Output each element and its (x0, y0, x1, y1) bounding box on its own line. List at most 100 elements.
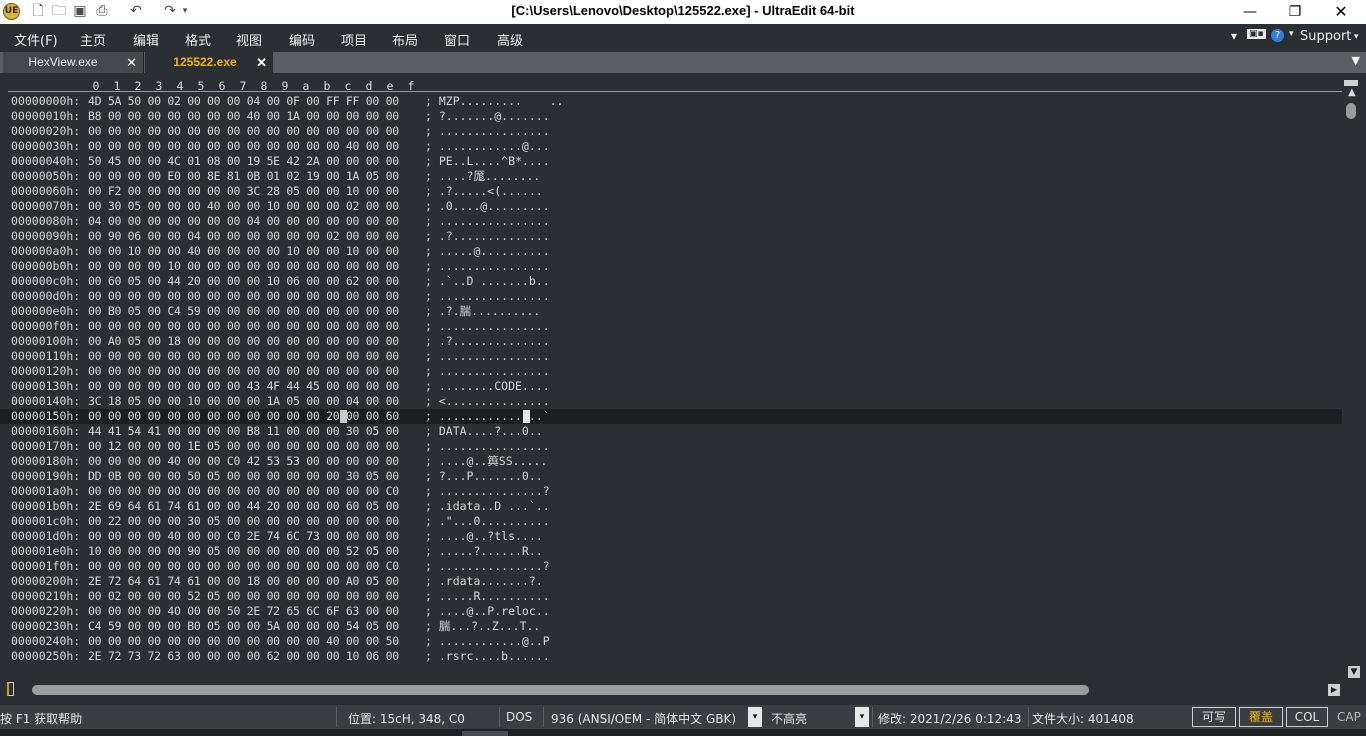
row-ascii[interactable]: ; .?.............. (425, 229, 550, 244)
row-hex-bytes[interactable]: 00 00 00 00 00 00 00 00 00 00 00 00 40 0… (88, 634, 399, 649)
row-hex-bytes[interactable]: 2E 69 64 61 74 61 00 00 44 20 00 00 00 6… (88, 499, 399, 514)
hex-row[interactable]: 000001f0h: 00 00 00 00 00 00 00 00 00 00 … (0, 559, 1342, 574)
tab-125522[interactable]: 125522.exe ✕ (145, 52, 273, 73)
row-ascii[interactable]: ; ................ (425, 364, 550, 379)
row-hex-bytes[interactable]: 50 45 00 00 4C 01 08 00 19 5E 42 2A 00 0… (88, 154, 399, 169)
row-hex-bytes[interactable]: 00 60 05 00 44 20 00 00 00 10 06 00 00 6… (88, 274, 399, 289)
row-ascii[interactable]: ; ....@..P.reloc.. (425, 604, 550, 619)
row-hex-bytes[interactable]: 00 00 00 00 00 00 00 00 00 00 00 00 00 0… (88, 349, 399, 364)
row-ascii[interactable]: ; .....R.......... (425, 589, 550, 604)
hex-row[interactable]: 000001b0h: 2E 69 64 61 74 61 00 00 44 20 … (0, 499, 1342, 514)
row-ascii[interactable]: ; ............@... (425, 139, 550, 154)
menu-advanced[interactable]: 高级 (497, 30, 523, 49)
hex-row[interactable]: 000000c0h: 00 60 05 00 44 20 00 00 00 10 … (0, 274, 1342, 289)
row-hex-bytes[interactable]: B8 00 00 00 00 00 00 00 40 00 1A 00 00 0… (88, 109, 399, 124)
support-dropdown-icon[interactable]: ▾ (1354, 32, 1359, 42)
row-hex-bytes[interactable]: 00 00 00 00 40 00 00 C0 42 53 53 00 00 0… (88, 454, 399, 469)
vertical-scrollbar[interactable]: ▲ ▼ (1342, 73, 1366, 678)
print-icon[interactable]: ⎙ (92, 2, 112, 20)
hex-row[interactable]: 00000090h: 00 90 06 00 00 04 00 00 00 00 … (0, 229, 1342, 244)
close-tab-icon[interactable]: ✕ (256, 52, 267, 73)
row-hex-bytes[interactable]: 00 12 00 00 00 1E 05 00 00 00 00 00 00 0… (88, 439, 399, 454)
row-ascii[interactable]: ; ................ (425, 214, 550, 229)
row-ascii[interactable]: ; .....@.......... (425, 244, 550, 259)
customize-icon[interactable]: ▾ (178, 2, 192, 20)
menu-encoding[interactable]: 编码 (289, 30, 315, 49)
row-ascii[interactable]: ; .rdata.......?. (425, 574, 543, 589)
row-ascii[interactable]: ; .?.腨.......... (425, 304, 540, 319)
row-hex-bytes[interactable]: 00 22 00 00 00 30 05 00 00 00 00 00 00 0… (88, 514, 399, 529)
hex-row[interactable]: 000001d0h: 00 00 00 00 40 00 00 C0 2E 74 … (0, 529, 1342, 544)
highlight-dropdown-icon[interactable]: ▾ (855, 707, 869, 727)
open-folder-icon[interactable]: 🗀 (49, 2, 69, 20)
row-hex-bytes[interactable]: DD 0B 00 00 00 50 05 00 00 00 00 00 00 3… (88, 469, 399, 484)
row-ascii[interactable]: ; .....?......R.. (425, 544, 543, 559)
row-ascii[interactable]: ; ...............? (425, 559, 550, 574)
row-hex-bytes[interactable]: 2E 72 64 61 74 61 00 00 18 00 00 00 00 A… (88, 574, 399, 589)
scroll-right-icon[interactable]: ▶ (1328, 684, 1340, 696)
hex-row[interactable]: 000001e0h: 10 00 00 00 00 90 05 00 00 00 … (0, 544, 1342, 559)
writable-toggle[interactable]: 可写 (1192, 707, 1236, 727)
redo-icon[interactable]: ↷ (160, 2, 180, 20)
row-ascii[interactable]: ; ................ (425, 259, 550, 274)
tab-list-dropdown-icon[interactable]: ▼ (1352, 54, 1360, 67)
status-highlight[interactable]: 不高亮 (771, 710, 807, 727)
help-icon[interactable]: ? (1271, 29, 1284, 42)
hex-row[interactable]: 000000a0h: 00 00 10 00 00 40 00 00 00 00 … (0, 244, 1342, 259)
row-hex-bytes[interactable]: 04 00 00 00 00 00 00 00 04 00 00 00 00 0… (88, 214, 399, 229)
hex-row[interactable]: 00000020h: 00 00 00 00 00 00 00 00 00 00 … (0, 124, 1342, 139)
menu-file[interactable]: 文件(F) (14, 30, 58, 49)
hex-row[interactable]: 00000040h: 50 45 00 00 4C 01 08 00 19 5E … (0, 154, 1342, 169)
hex-row[interactable]: 00000250h: 2E 72 73 72 63 00 00 00 00 62 … (0, 649, 1342, 664)
row-hex-bytes[interactable]: 00 00 00 00 00 00 00 00 00 00 00 00 00 0… (88, 559, 399, 574)
hex-row[interactable]: 00000180h: 00 00 00 00 40 00 00 C0 42 53 … (0, 454, 1342, 469)
row-ascii[interactable]: ; ................ (425, 349, 550, 364)
hex-row[interactable]: 00000070h: 00 30 05 00 00 00 40 00 00 10 … (0, 199, 1342, 214)
row-ascii[interactable]: ; MZP......... .. (425, 94, 563, 109)
tab-hexview[interactable]: HexView.exe ✕ (3, 52, 144, 73)
hex-row[interactable]: 00000120h: 00 00 00 00 00 00 00 00 00 00 … (0, 364, 1342, 379)
horizontal-scroll-thumb[interactable] (32, 685, 1089, 695)
hex-row[interactable]: 00000080h: 04 00 00 00 00 00 00 00 04 00 … (0, 214, 1342, 229)
minimize-icon[interactable]: — (1227, 0, 1273, 24)
restore-icon[interactable]: ❐ (1272, 0, 1318, 24)
hex-row[interactable]: 00000220h: 00 00 00 00 40 00 00 50 2E 72 … (0, 604, 1342, 619)
hex-row[interactable]: 00000160h: 44 41 54 41 00 00 00 00 B8 11 … (0, 424, 1342, 439)
status-line-ending[interactable]: DOS (506, 710, 532, 724)
row-hex-bytes[interactable]: 3C 18 05 00 00 10 00 00 00 1A 05 00 00 0… (88, 394, 399, 409)
row-hex-bytes[interactable]: 00 00 00 00 00 00 00 00 00 00 00 00 00 4… (88, 139, 399, 154)
row-hex-bytes[interactable]: 00 30 05 00 00 00 40 00 00 10 00 00 00 0… (88, 199, 399, 214)
row-ascii[interactable]: ; .idata..D ...`.. (425, 499, 550, 514)
hex-row[interactable]: 00000030h: 00 00 00 00 00 00 00 00 00 00 … (0, 139, 1342, 154)
row-hex-bytes[interactable]: 00 F2 00 00 00 00 00 00 3C 28 05 00 00 1… (88, 184, 399, 199)
hex-row[interactable]: 00000010h: B8 00 00 00 00 00 00 00 40 00 … (0, 109, 1342, 124)
menu-format[interactable]: 格式 (185, 30, 211, 49)
close-icon[interactable]: ✕ (1318, 0, 1364, 24)
row-ascii[interactable]: ; ........CODE.... (425, 379, 550, 394)
save-icon[interactable]: ▣ (70, 2, 90, 20)
row-hex-bytes[interactable]: 00 00 00 00 E0 00 8E 81 0B 01 02 19 00 1… (88, 169, 399, 184)
row-hex-bytes[interactable]: 00 00 00 00 00 00 00 00 43 4F 44 45 00 0… (88, 379, 399, 394)
hex-row[interactable]: 00000060h: 00 F2 00 00 00 00 00 00 3C 28 … (0, 184, 1342, 199)
hex-row[interactable]: 00000130h: 00 00 00 00 00 00 00 00 43 4F … (0, 379, 1342, 394)
row-ascii[interactable]: ; ?.......@....... (425, 109, 550, 124)
ribbon-collapse-icon[interactable]: ▾ (1231, 29, 1237, 43)
menu-project[interactable]: 项目 (341, 30, 367, 49)
row-ascii[interactable]: ; DATA....?...0.. (425, 424, 543, 439)
row-ascii[interactable]: ; ................ (425, 124, 550, 139)
menu-view[interactable]: 视图 (236, 30, 262, 49)
row-ascii[interactable]: ; <............... (425, 394, 550, 409)
hex-row[interactable]: 000000b0h: 00 00 00 00 10 00 00 00 00 00 … (0, 259, 1342, 274)
col-mode-toggle[interactable]: COL (1286, 707, 1328, 727)
menu-layout[interactable]: 布局 (392, 30, 418, 49)
row-hex-bytes[interactable]: 4D 5A 50 00 02 00 00 00 04 00 0F 00 FF F… (88, 94, 399, 109)
row-ascii[interactable]: ; ................ (425, 319, 550, 334)
row-hex-bytes[interactable]: 00 00 00 00 00 00 00 00 00 00 00 00 00 0… (88, 319, 399, 334)
row-hex-bytes[interactable]: 44 41 54 41 00 00 00 00 B8 11 00 00 00 3… (88, 424, 399, 439)
row-hex-bytes[interactable]: 00 00 00 00 00 00 00 00 00 00 00 00 00 0… (88, 484, 399, 499)
row-hex-bytes[interactable]: 00 00 00 00 00 00 00 00 00 00 00 00 00 0… (88, 289, 399, 304)
row-hex-bytes[interactable]: C4 59 00 00 00 B0 05 00 00 5A 00 00 00 5… (88, 619, 399, 634)
row-ascii[interactable]: ; .?.............. (425, 334, 550, 349)
overwrite-toggle[interactable]: 覆盖 (1239, 707, 1283, 727)
row-hex-bytes[interactable]: 00 B0 05 00 C4 59 00 00 00 00 00 00 00 0… (88, 304, 399, 319)
